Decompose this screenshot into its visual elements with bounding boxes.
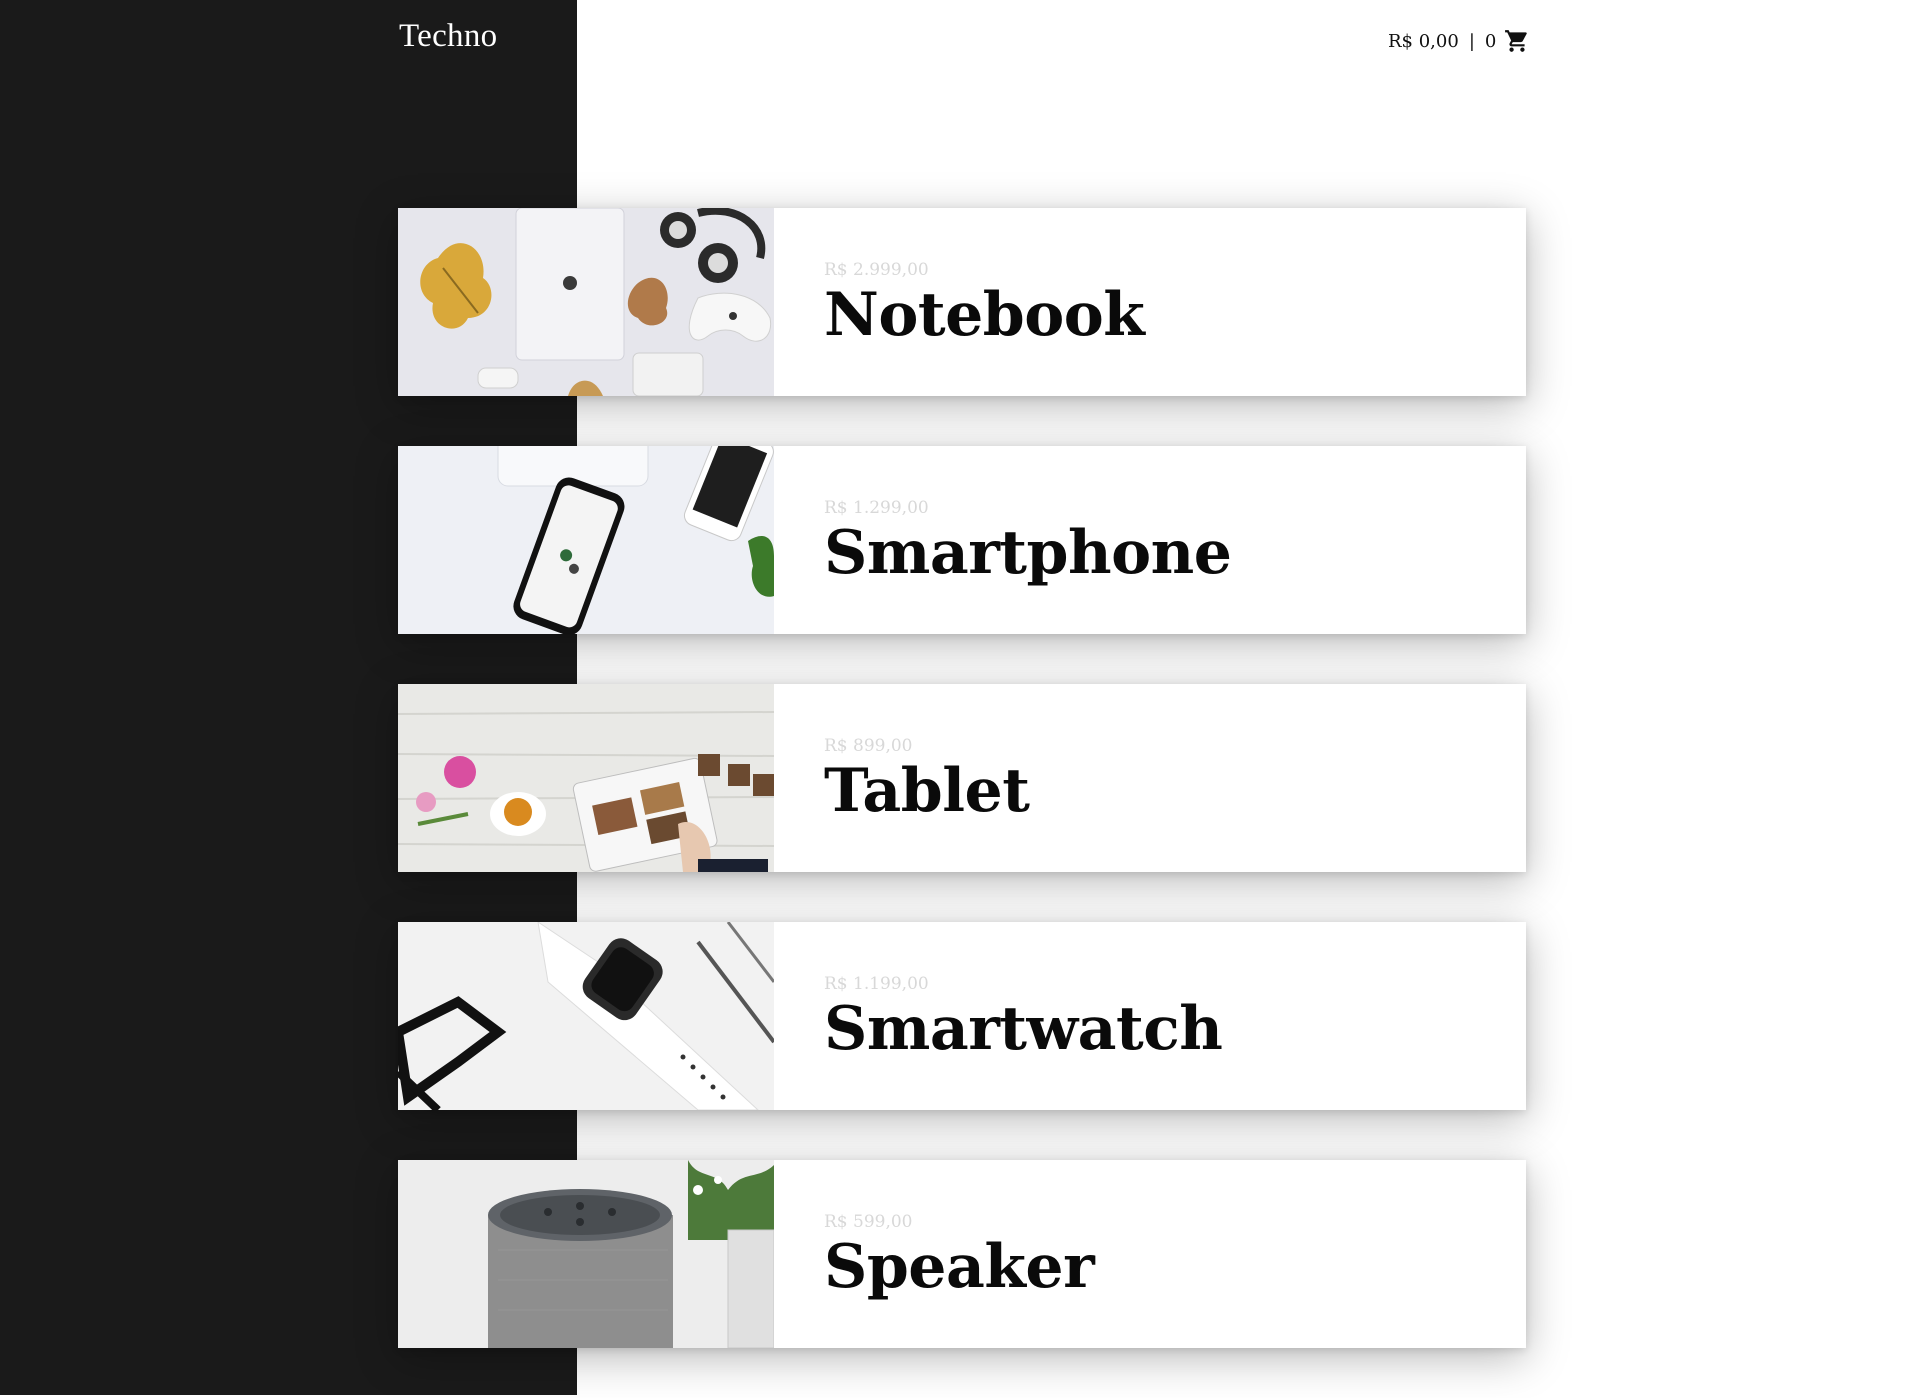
product-name[interactable]: Notebook [824,280,1145,350]
product-price: R$ 1.199,00 [824,974,929,994]
product-name[interactable]: Smartphone [824,518,1232,588]
tablet-photo [398,684,774,872]
product-card-notebook[interactable]: R$ 2.999,00 Notebook [398,208,1526,396]
speaker-photo [398,1160,774,1348]
cart-separator: | [1468,30,1475,52]
cart-count: 0 [1484,30,1497,52]
product-price: R$ 899,00 [824,736,913,756]
product-list: R$ 2.999,00 Notebook R$ 1.299,00 Smartph… [398,208,1526,1398]
product-name[interactable]: Tablet [824,756,1030,826]
cart-total: R$ 0,00 [1388,30,1459,52]
product-info: R$ 1.199,00 Smartwatch [774,922,1223,1110]
product-price: R$ 2.999,00 [824,260,929,280]
product-price: R$ 1.299,00 [824,498,929,518]
product-name[interactable]: Speaker [824,1232,1095,1302]
product-card-smartwatch[interactable]: R$ 1.199,00 Smartwatch [398,922,1526,1110]
product-info: R$ 2.999,00 Notebook [774,208,1145,396]
product-info: R$ 1.299,00 Smartphone [774,446,1232,634]
smartphone-photo [398,446,774,634]
product-info: R$ 899,00 Tablet [774,684,1030,872]
cart-summary[interactable]: R$ 0,00 | 0 [1388,28,1530,54]
product-card-tablet[interactable]: R$ 899,00 Tablet [398,684,1526,872]
product-card-smartphone[interactable]: R$ 1.299,00 Smartphone [398,446,1526,634]
product-info: R$ 599,00 Speaker [774,1160,1095,1348]
smartwatch-photo [398,922,774,1110]
product-price: R$ 599,00 [824,1212,913,1232]
cart-icon[interactable] [1504,28,1530,54]
product-name[interactable]: Smartwatch [824,994,1223,1064]
brand-logo[interactable]: Techno [399,18,497,55]
product-card-speaker[interactable]: R$ 599,00 Speaker [398,1160,1526,1348]
notebook-photo [398,208,774,396]
